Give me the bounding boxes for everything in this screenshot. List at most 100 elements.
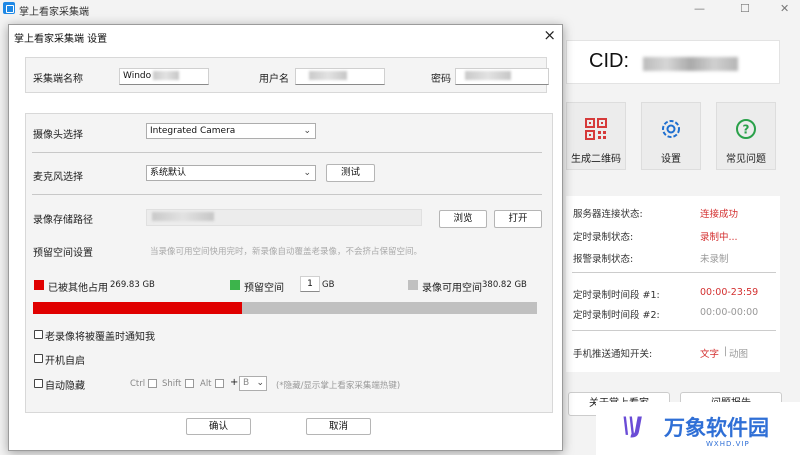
cid-box: CID:	[566, 40, 780, 84]
alarm-rec-status-label: 报警录制状态:	[573, 254, 634, 265]
storage-used-fill	[33, 302, 243, 314]
hotkey-hint: (*隐藏/显示掌上看家采集端热键)	[276, 381, 401, 391]
browse-button[interactable]: 浏览	[439, 210, 487, 228]
reserve-label: 预留空间设置	[33, 248, 93, 259]
status-panel: 服务器连接状态: 连接成功 定时录制状态: 录制中... 报警录制状态: 未录制…	[566, 196, 780, 372]
alt-key-label: Alt	[200, 379, 212, 389]
hotkey-letter-value: B	[243, 378, 250, 388]
password-redacted	[465, 71, 511, 80]
interval2-value: 00:00-00:00	[700, 307, 759, 318]
password-input[interactable]	[455, 68, 549, 85]
mic-value: 系统默认	[150, 168, 187, 178]
faq-button[interactable]: ? 常见问题	[716, 102, 776, 170]
settings-label: 设置	[661, 154, 681, 165]
reserved-input[interactable]: 1	[300, 276, 320, 292]
cid-value-redacted	[643, 57, 738, 71]
watermark: \\J 万象软件园 WXHD.VIP	[596, 402, 800, 455]
status-divider	[572, 330, 776, 331]
interval1-label: 定时录制时间段 #1:	[573, 290, 660, 301]
svg-text:?: ?	[743, 123, 750, 137]
camera-value: Integrated Camera	[150, 126, 236, 136]
autohide-checkbox[interactable]	[34, 379, 43, 388]
ctrl-checkbox[interactable]	[148, 379, 157, 388]
push-anim-option[interactable]: 动图	[729, 346, 748, 360]
app-icon	[3, 2, 15, 14]
server-status-label: 服务器连接状态:	[573, 209, 643, 220]
open-button[interactable]: 打开	[494, 210, 542, 228]
main-window-title: 掌上看家采集端	[19, 7, 89, 18]
used-value: 269.83 GB	[110, 280, 155, 290]
maximize-icon[interactable]: ☐	[740, 2, 750, 15]
cancel-button[interactable]: 取消	[306, 418, 371, 435]
test-mic-button[interactable]: 测试	[326, 164, 375, 182]
timer-rec-status-value: 录制中...	[700, 232, 738, 243]
camera-select[interactable]: Integrated Camera ⌄	[146, 123, 316, 139]
faq-label: 常见问题	[726, 154, 766, 165]
name-input[interactable]: Windo	[119, 68, 209, 85]
used-legend-swatch	[34, 280, 44, 290]
main-titlebar: 掌上看家采集端 — ☐ ✕	[0, 0, 800, 18]
divider	[32, 152, 542, 153]
autohide-label: 自动隐藏	[45, 381, 85, 392]
notify-label: 老录像将被覆盖时通知我	[45, 332, 155, 343]
cid-label: CID:	[589, 50, 629, 72]
interval2-label: 定时录制时间段 #2:	[573, 310, 660, 321]
shift-checkbox[interactable]	[185, 379, 194, 388]
interval1-value: 00:00-23:59	[700, 287, 759, 298]
account-group: 采集端名称 Windo 用户名 密码	[25, 57, 549, 93]
chevron-down-icon: ⌄	[303, 168, 311, 178]
divider	[32, 194, 542, 195]
autostart-checkbox[interactable]	[34, 354, 43, 363]
available-label: 录像可用空间	[422, 283, 482, 294]
password-label: 密码	[431, 74, 451, 85]
close-icon[interactable]: ✕	[780, 2, 789, 15]
available-value: 380.82 GB	[482, 280, 527, 290]
push-separator: |	[724, 346, 728, 357]
gear-icon	[662, 120, 680, 138]
watermark-sub: WXHD.VIP	[706, 440, 750, 448]
username-redacted	[309, 71, 347, 80]
generate-qr-label: 生成二维码	[571, 154, 621, 165]
chevron-down-icon: ⌄	[256, 378, 264, 388]
watermark-logo: \\J	[622, 414, 642, 439]
push-text-option[interactable]: 文字	[700, 346, 719, 360]
reserved-value: 1	[307, 279, 313, 289]
storage-path-label: 录像存储路径	[33, 215, 93, 226]
shift-key-label: Shift	[162, 379, 182, 389]
storage-path-input[interactable]	[146, 209, 422, 226]
mic-label: 麦克风选择	[33, 172, 83, 183]
name-redacted	[153, 71, 180, 80]
reserved-legend-swatch	[230, 280, 240, 290]
hotkey-letter-select[interactable]: B ⌄	[239, 376, 267, 391]
username-input[interactable]	[295, 68, 385, 85]
username-label: 用户名	[259, 74, 289, 85]
alt-checkbox[interactable]	[215, 379, 224, 388]
ok-button[interactable]: 确认	[186, 418, 251, 435]
storage-space-bar	[33, 302, 537, 314]
reserved-unit: GB	[322, 280, 335, 290]
watermark-text: 万象软件园	[664, 416, 769, 440]
autostart-label: 开机自启	[45, 356, 85, 367]
dialog-close-icon[interactable]: ×	[543, 26, 556, 44]
available-legend-swatch	[408, 280, 418, 290]
settings-button[interactable]: 设置	[641, 102, 701, 170]
minimize-icon[interactable]: —	[694, 2, 705, 15]
dialog-title: 掌上看家采集端 设置	[14, 34, 108, 45]
status-divider	[572, 272, 776, 273]
mic-select[interactable]: 系统默认 ⌄	[146, 165, 316, 181]
server-status-value: 连接成功	[700, 209, 739, 220]
chevron-down-icon: ⌄	[303, 126, 311, 136]
generate-qr-button[interactable]: 生成二维码	[566, 102, 626, 170]
reserve-hint: 当录像可用空间快用完时，新录像自动覆盖老录像，不会挤占保留空间。	[150, 247, 423, 257]
name-value: Windo	[123, 71, 152, 81]
settings-dialog: 掌上看家采集端 设置 × 采集端名称 Windo 用户名 密码 摄像头选择 In…	[8, 24, 563, 451]
camera-label: 摄像头选择	[33, 130, 83, 141]
notify-checkbox[interactable]	[34, 330, 43, 339]
qr-code-icon	[585, 118, 607, 140]
name-label: 采集端名称	[33, 74, 83, 85]
storage-path-redacted	[152, 212, 214, 221]
plus-sign: +	[230, 377, 239, 388]
ctrl-key-label: Ctrl	[130, 379, 146, 389]
alarm-rec-status-value: 未录制	[700, 254, 729, 265]
reserved-label: 预留空间	[244, 283, 284, 294]
